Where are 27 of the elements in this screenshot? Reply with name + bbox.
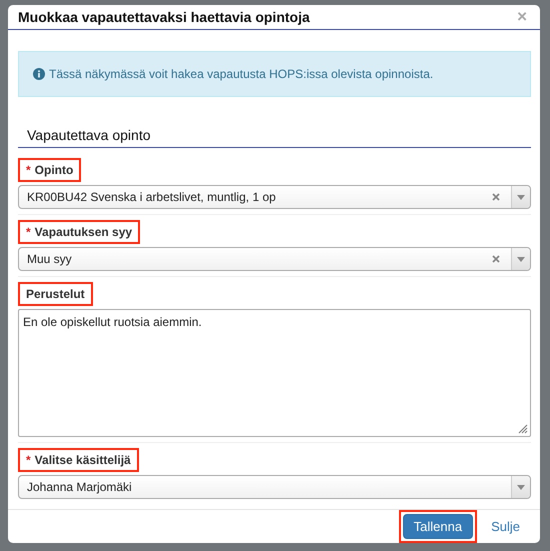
field-label: * Vapautuksen syy [18, 220, 140, 244]
select-field[interactable]: KR00BU42 Svenska i arbetslivet, muntlig, 1 op [18, 185, 531, 209]
textarea-field[interactable]: En ole opiskellut ruotsia aiemmin. [18, 309, 531, 437]
select-field[interactable]: Johanna Marjomäki [18, 475, 531, 499]
select-field[interactable]: Muu syy [18, 247, 531, 271]
field-label: * Opinto [18, 158, 82, 182]
clear-icon[interactable] [492, 255, 500, 263]
resize-grip-icon[interactable] [518, 424, 528, 434]
dropdown-toggle[interactable] [511, 186, 530, 208]
caret-icon [517, 256, 525, 262]
dialog-title: Muokkaa vapautettavaksi haettavia opintoja [18, 9, 310, 25]
clear-icon[interactable] [492, 193, 500, 201]
select-value: Muu syy [26, 252, 73, 266]
textarea-value: En ole opiskellut ruotsia aiemmin. [23, 315, 202, 329]
select-value: KR00BU42 Svenska i arbetslivet, muntlig, 1 op [26, 190, 277, 204]
close-link[interactable]: Sulje [485, 515, 526, 538]
field-label: * Valitse käsittelijä [18, 448, 139, 472]
dropdown-toggle[interactable] [511, 248, 530, 270]
dropdown-toggle[interactable] [511, 476, 530, 498]
caret-icon [517, 194, 525, 200]
field-label: Perustelut [18, 282, 93, 306]
save-button[interactable]: Tallenna [402, 514, 474, 539]
select-value: Johanna Marjomäki [26, 480, 133, 494]
info-text: Tässä näkymässä voit hakea vapautusta HOPS:issa olevista opinnoista. [49, 67, 434, 81]
caret-icon [517, 484, 525, 490]
info-icon [33, 68, 45, 80]
section-heading: Vapautettava opinto [18, 127, 531, 148]
